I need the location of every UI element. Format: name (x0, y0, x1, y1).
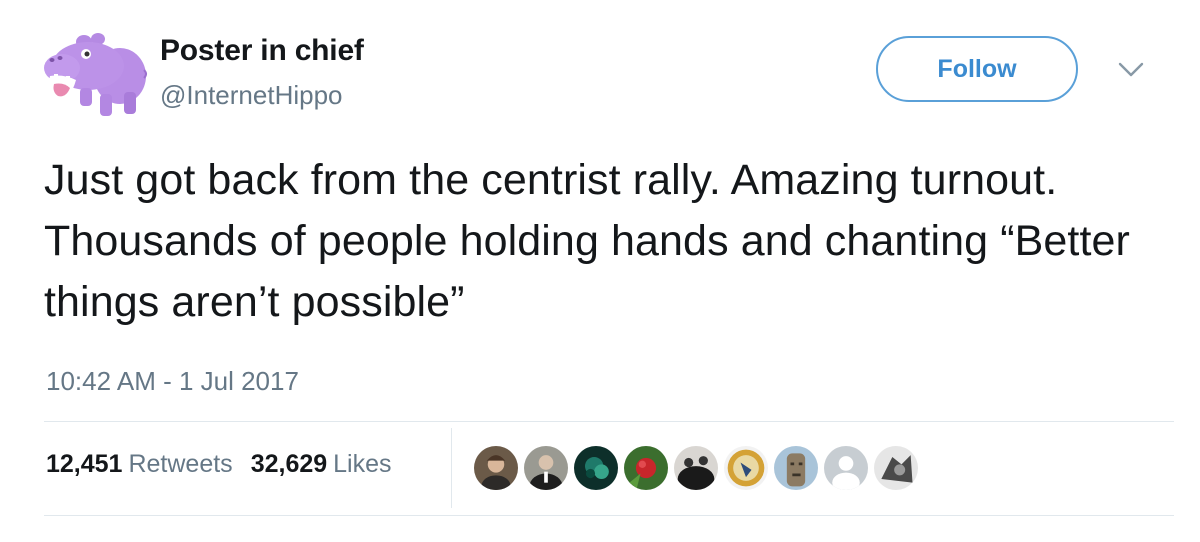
tweet-card: Poster in chief @InternetHippo Follow Ju… (0, 0, 1200, 542)
retweets-label: Retweets (128, 450, 233, 478)
liker-avatar-6[interactable] (722, 444, 770, 492)
liker-avatar-9[interactable] (872, 444, 920, 492)
divider (44, 515, 1174, 516)
divider (44, 421, 1174, 422)
liker-avatar-4[interactable] (622, 444, 670, 492)
user-handle[interactable]: @InternetHippo (160, 80, 343, 111)
likes-stat[interactable]: 32,629 Likes (251, 450, 392, 479)
chevron-down-icon[interactable] (1116, 58, 1146, 82)
retweets-count: 12,451 (46, 450, 123, 478)
liker-avatar-7[interactable] (772, 444, 820, 492)
liker-avatar-3[interactable] (572, 444, 620, 492)
tweet-timestamp[interactable]: 10:42 AM - 1 Jul 2017 (46, 366, 299, 397)
stats-separator (451, 428, 452, 508)
follow-button[interactable]: Follow (876, 36, 1078, 102)
liker-avatar-2[interactable] (522, 444, 570, 492)
retweets-stat[interactable]: 12,451 Retweets (46, 450, 233, 479)
likes-count: 32,629 (250, 450, 328, 478)
tweet-stats: 12,451 Retweets 32,629 Likes (46, 450, 392, 479)
liker-avatars (472, 442, 922, 494)
display-name[interactable]: Poster in chief (160, 34, 364, 68)
liker-avatar-5[interactable] (672, 444, 720, 492)
hippo-avatar-icon[interactable] (40, 30, 148, 122)
tweet-text: Just got back from the centrist rally. A… (44, 156, 1130, 326)
likes-label: Likes (333, 450, 392, 478)
liker-avatar-1[interactable] (472, 444, 520, 492)
liker-avatar-8[interactable] (822, 444, 870, 492)
